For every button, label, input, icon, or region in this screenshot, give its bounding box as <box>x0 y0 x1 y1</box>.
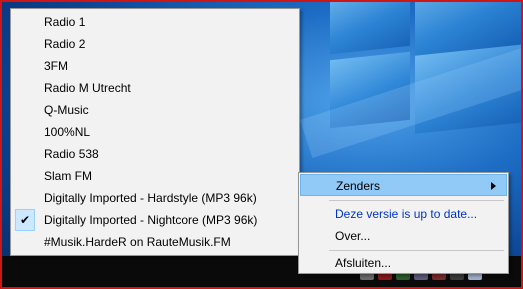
zenders-menu-item[interactable]: Zenders <box>300 174 507 196</box>
tray-context-menu: Zenders Deze versie is up to date... Ove… <box>298 172 509 274</box>
station-item[interactable]: Slam FM <box>11 165 299 187</box>
station-item[interactable]: #Musik.HardeR on RauteMusik.FM <box>11 231 299 253</box>
update-status-item[interactable]: Deze versie is up to date... <box>299 203 508 225</box>
station-item[interactable]: Radio 538 <box>11 143 299 165</box>
exit-menu-item[interactable]: Afsluiten... <box>299 252 508 274</box>
station-item-selected[interactable]: ✔ Digitally Imported - Nightcore (MP3 96… <box>11 209 299 231</box>
about-menu-item[interactable]: Over... <box>299 225 508 247</box>
station-item[interactable]: Q-Music <box>11 99 299 121</box>
station-item[interactable]: 3FM <box>11 55 299 77</box>
checkmark-icon: ✔ <box>15 209 35 231</box>
windows-logo-pane <box>330 0 410 55</box>
station-item[interactable]: Radio M Utrecht <box>11 77 299 99</box>
stations-submenu: Radio 1 Radio 2 3FM Radio M Utrecht Q-Mu… <box>10 8 300 256</box>
submenu-arrow-icon <box>491 182 496 190</box>
station-item[interactable]: Radio 2 <box>11 33 299 55</box>
station-item[interactable]: 100%NL <box>11 121 299 143</box>
station-item[interactable]: Digitally Imported - Hardstyle (MP3 96k) <box>11 187 299 209</box>
station-item[interactable]: Radio 1 <box>11 11 299 33</box>
menu-separator <box>329 200 504 201</box>
menu-separator <box>329 250 504 251</box>
